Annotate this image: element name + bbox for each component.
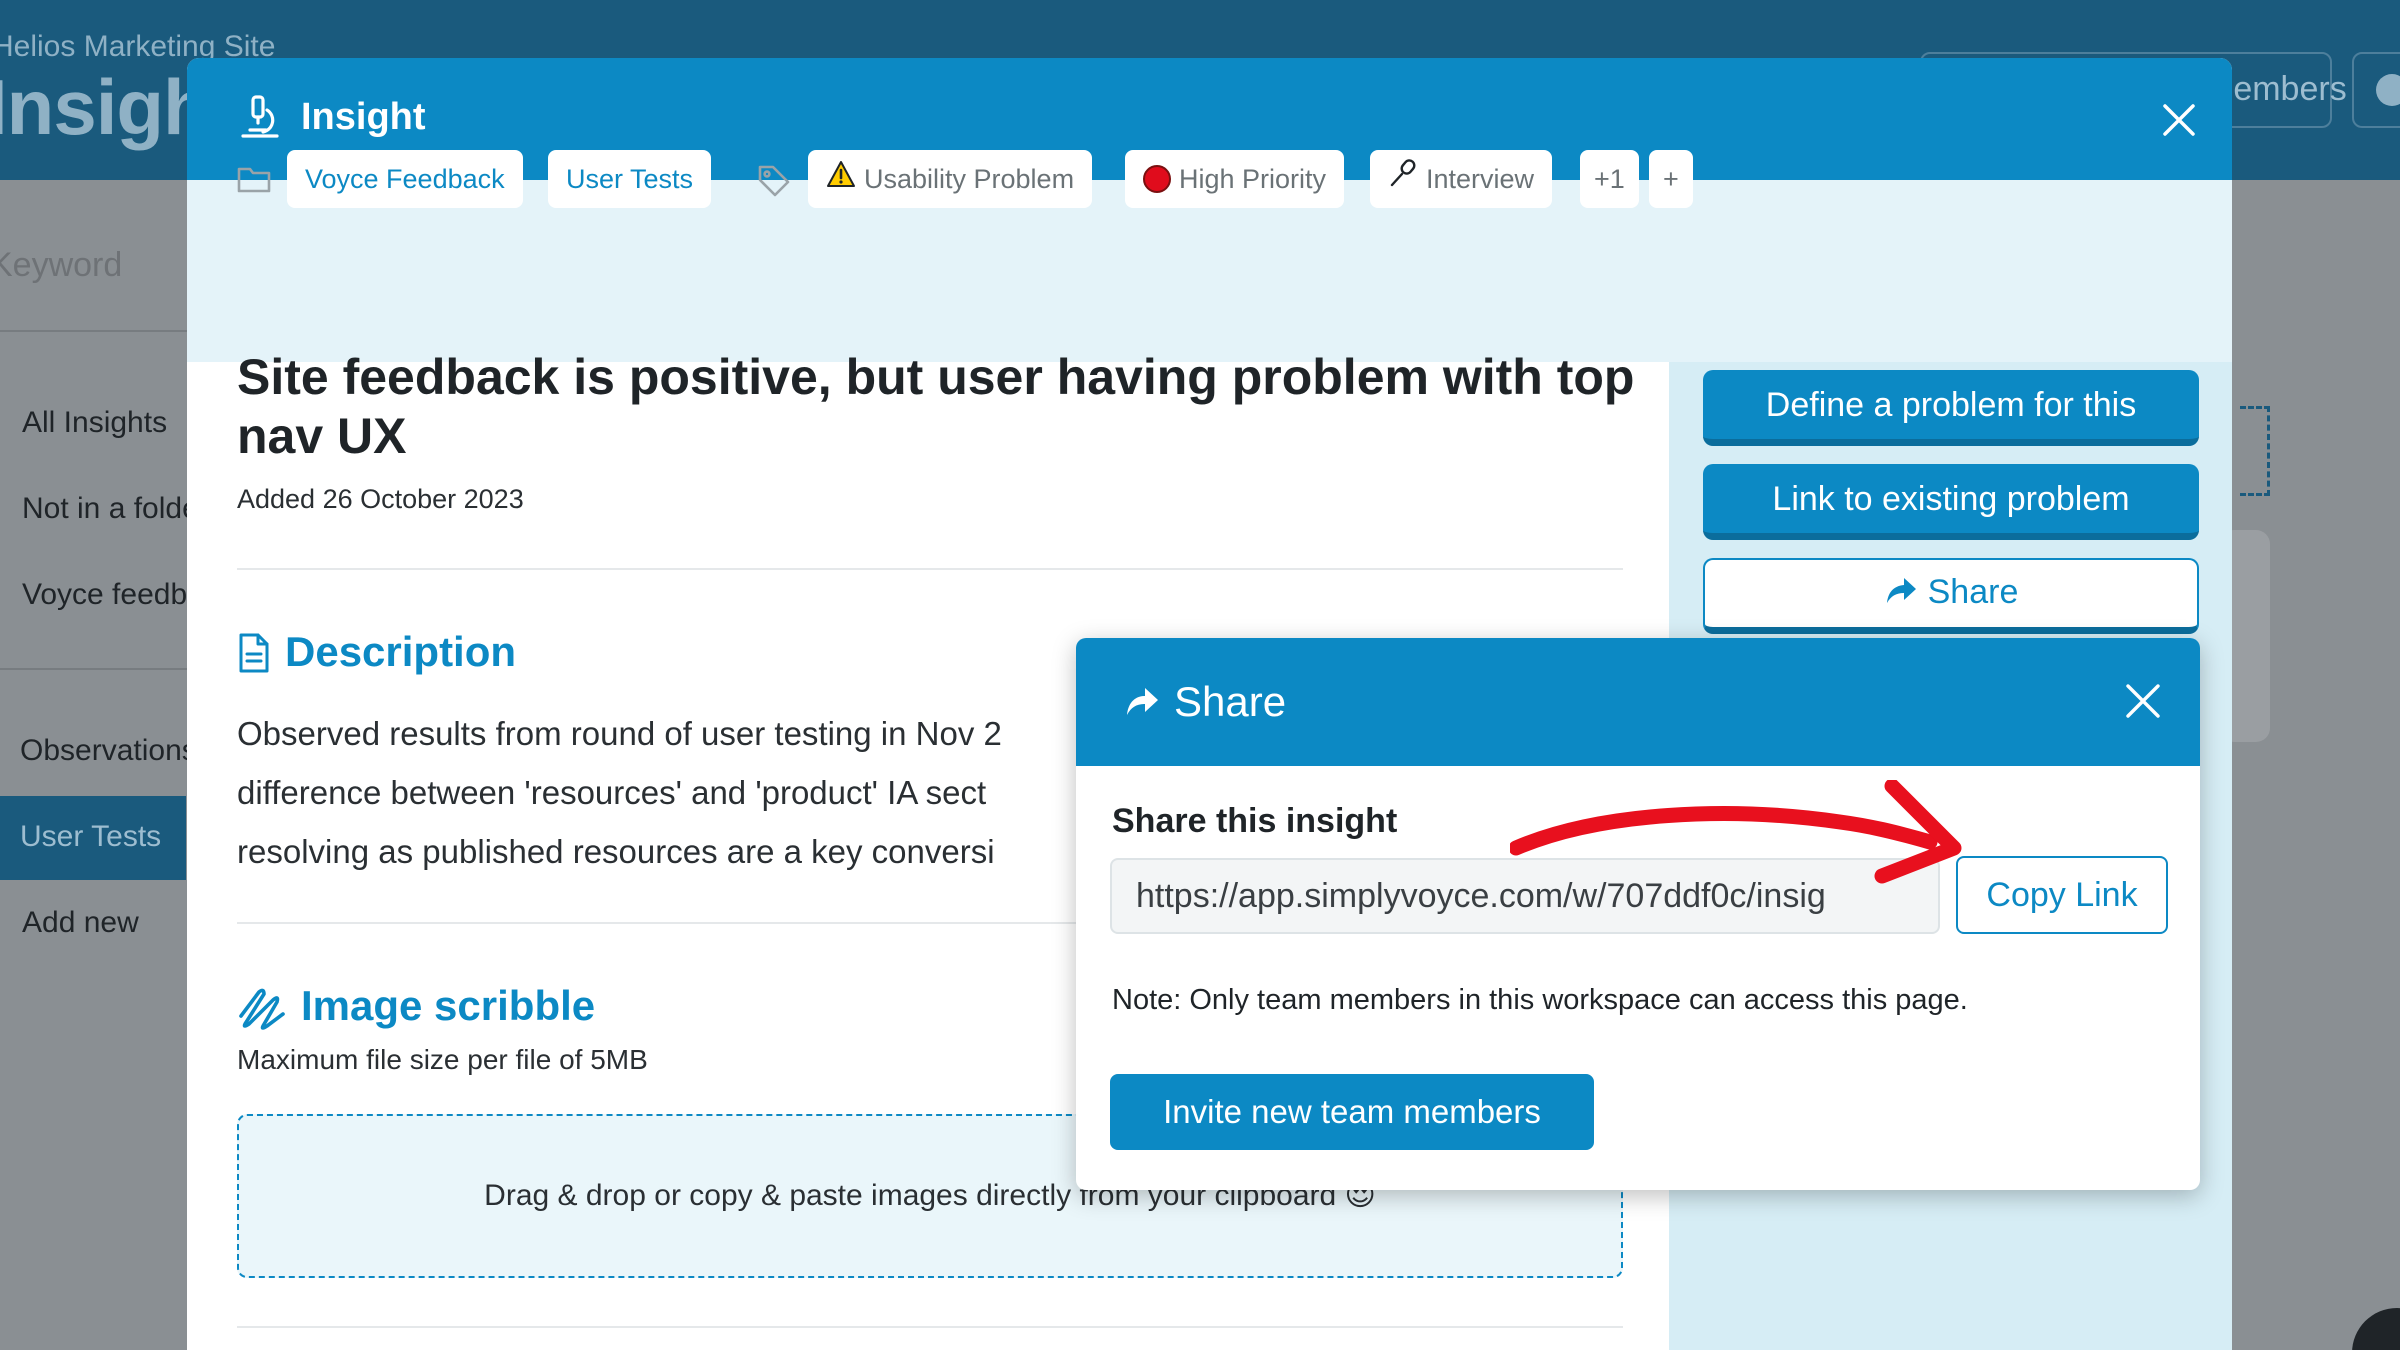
tag-label: High Priority <box>1179 164 1327 194</box>
sidebar-item-all-insights[interactable]: All Insights <box>22 406 167 440</box>
folder-icon <box>237 164 271 199</box>
background-dashed-box <box>2240 406 2270 496</box>
tag-icon <box>757 164 791 203</box>
close-icon[interactable] <box>2155 96 2203 144</box>
tag-chip-high-priority[interactable]: High Priority <box>1125 150 1345 208</box>
share-label: Share this insight <box>1112 802 1398 840</box>
define-problem-button[interactable]: Define a problem for this <box>1703 370 2199 446</box>
divider <box>237 568 1623 570</box>
sidebar-divider <box>0 668 190 670</box>
sidebar-item-add-new[interactable]: Add new <box>22 906 139 940</box>
microphone-icon <box>1388 150 1418 208</box>
invite-team-members-button[interactable]: Invite new team members <box>1110 1074 1594 1150</box>
tag-label: Usability Problem <box>864 164 1075 194</box>
more-tags-chip[interactable]: +1 <box>1580 150 1639 208</box>
keyword-search-input[interactable]: Keyword <box>0 232 190 332</box>
folder-chip-voyce-feedback[interactable]: Voyce Feedback <box>287 150 523 208</box>
image-scribble-heading: Image scribble <box>301 982 596 1029</box>
share-popup-header: Share <box>1076 638 2200 766</box>
annotation-arrow <box>1510 780 1962 884</box>
tag-chip-interview[interactable]: Interview <box>1370 150 1553 208</box>
sidebar-item-user-tests[interactable]: User Tests <box>0 796 186 880</box>
close-icon[interactable] <box>2122 680 2164 722</box>
file-size-note: Maximum file size per file of 5MB <box>237 1044 648 1075</box>
add-tag-button[interactable]: + <box>1649 150 1693 208</box>
access-note: Note: Only team members in this workspac… <box>1112 984 1968 1016</box>
sidebar-item-label: User Tests <box>20 820 162 853</box>
help-button[interactable] <box>2352 1308 2400 1350</box>
added-date: Added 26 October 2023 <box>237 484 524 514</box>
copy-link-button[interactable]: Copy Link <box>1956 856 2168 934</box>
share-popup-title: Share <box>1174 678 1287 725</box>
divider <box>237 1326 1623 1328</box>
document-icon <box>237 632 271 679</box>
red-circle-icon <box>1143 164 1171 193</box>
folder-chip-user-tests[interactable]: User Tests <box>548 150 712 208</box>
share-arrow-icon <box>1886 578 1916 604</box>
insight-title: Site feedback is positive, but user havi… <box>237 349 1635 464</box>
share-button[interactable]: Share <box>1703 558 2199 634</box>
modal-title: Insight <box>301 96 426 138</box>
tag-label: Interview <box>1426 164 1535 194</box>
sidebar-item-observations[interactable]: Observations <box>20 734 197 768</box>
scribble-icon <box>237 986 287 1035</box>
share-arrow-icon <box>1127 688 1158 715</box>
description-heading: Description <box>285 628 517 675</box>
tag-chip-usability-problem[interactable]: Usability Problem <box>808 150 1093 208</box>
plus-icon <box>2376 74 2400 106</box>
share-popup: Share Share this insight Copy Link Note:… <box>1076 638 2200 1190</box>
microscope-icon <box>237 94 283 145</box>
link-problem-button[interactable]: Link to existing problem <box>1703 464 2199 540</box>
share-button-label: Share <box>1927 573 2019 611</box>
sidebar-item-not-in-folder[interactable]: Not in a folder <box>22 492 209 526</box>
warning-icon <box>826 150 856 208</box>
